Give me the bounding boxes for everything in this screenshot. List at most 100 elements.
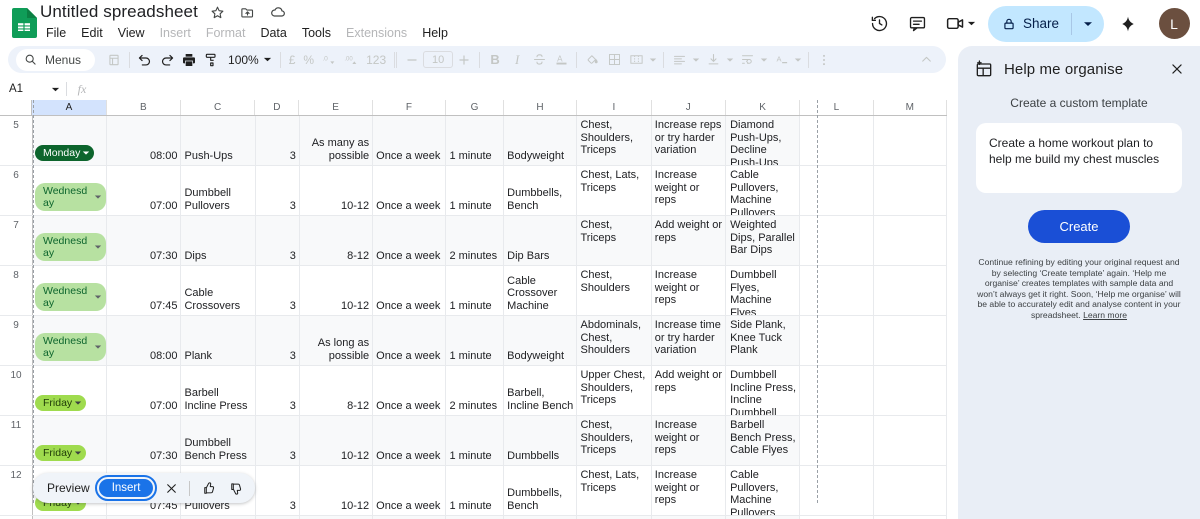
table-row[interactable]: 9 Wednesday 08:00 Plank 3 As long as possible… <box>0 316 947 366</box>
borders-icon[interactable] <box>603 49 625 71</box>
column-header-F[interactable]: F <box>372 100 447 115</box>
cell-empty-L[interactable] <box>800 316 874 365</box>
merge-dropdown-icon[interactable] <box>647 56 659 64</box>
cell-empty-L[interactable] <box>800 116 874 165</box>
prompt-input[interactable]: Create a home workout plan to help me bu… <box>976 123 1182 193</box>
vertical-align-dropdown-icon[interactable] <box>724 56 736 64</box>
row-header[interactable]: 12 <box>0 466 33 515</box>
cell-rest[interactable]: 1 minute <box>446 116 505 165</box>
table-row[interactable]: 11 Friday 07:30 Dumbbell Bench Press 3 10-12 O… <box>0 416 947 466</box>
menu-data[interactable]: Data <box>254 23 292 43</box>
cell-reps[interactable]: As long as possible <box>299 316 374 365</box>
cell-empty-L[interactable] <box>800 466 874 515</box>
cell-progression[interactable]: Increase weight or reps <box>652 466 727 515</box>
cell-day[interactable]: Monday <box>33 116 108 165</box>
cell-exercise[interactable]: Plank <box>181 316 256 365</box>
formula-input[interactable] <box>97 78 947 100</box>
more-options-icon[interactable] <box>813 49 835 71</box>
move-to-folder-icon[interactable] <box>238 2 258 22</box>
page-title[interactable]: Untitled spreadsheet <box>40 2 198 22</box>
row-header[interactable]: 6 <box>0 166 33 215</box>
more-formats-button[interactable]: 123 <box>362 53 390 67</box>
menu-format[interactable]: Format <box>200 23 252 43</box>
day-chip[interactable]: Monday <box>35 145 95 161</box>
cell-muscles[interactable]: Abdominals, Chest, Shoulders <box>577 316 652 365</box>
cell-day[interactable]: Friday <box>33 366 108 415</box>
cell-empty-M[interactable] <box>874 416 947 465</box>
cell-alternatives[interactable]: Weighted Dips, Parallel Bar Dips <box>726 216 801 265</box>
cell-sets[interactable]: 3 <box>256 166 300 215</box>
preview-button[interactable]: Preview <box>47 481 90 495</box>
cell-sets[interactable]: 3 <box>255 316 300 365</box>
text-rotation-dropdown-icon[interactable] <box>792 56 804 64</box>
cell-alternatives[interactable]: Side Plank, Knee Tuck Plank <box>726 316 801 365</box>
cell-equipment[interactable]: Bodyweight <box>504 116 578 165</box>
menu-tools[interactable]: Tools <box>296 23 337 43</box>
cell-empty-L[interactable] <box>800 166 874 215</box>
cloud-saved-icon[interactable] <box>268 2 288 22</box>
cell-sets[interactable]: 3 <box>255 116 300 165</box>
zoom-selector[interactable]: 100% <box>222 53 276 67</box>
cell-empty-L[interactable] <box>800 366 874 415</box>
column-header-A[interactable]: A <box>32 100 107 115</box>
menu-view[interactable]: View <box>112 23 151 43</box>
cell-time[interactable]: 07:30 <box>107 216 182 265</box>
cell-progression[interactable]: Increase weight or reps <box>651 416 727 465</box>
table-row[interactable]: 5 Monday 08:00 Push-Ups 3 As many as possible… <box>0 116 947 166</box>
text-rotation-icon[interactable]: A <box>770 49 792 71</box>
star-icon[interactable] <box>208 2 228 22</box>
table-row[interactable]: 6 Wednesday 07:00 Dumbbell Pullovers 3 10-12 O… <box>0 166 947 216</box>
cell-muscles[interactable]: Chest, Shoulders <box>577 266 652 315</box>
table-row[interactable]: 8 Wednesday 07:45 Cable Crossovers 3 10-12 Onc… <box>0 266 947 316</box>
row-header[interactable]: 8 <box>0 266 33 315</box>
day-chip[interactable]: Wednesday <box>35 333 107 361</box>
undo-icon[interactable] <box>134 49 156 71</box>
cell-time[interactable]: 07:00 <box>107 166 182 215</box>
create-button[interactable]: Create <box>1028 210 1130 243</box>
cell-equipment[interactable]: Bodyweight <box>504 316 578 365</box>
row-header[interactable]: 7 <box>0 216 33 265</box>
column-header-M[interactable]: M <box>873 100 947 115</box>
increase-font-size-icon[interactable] <box>453 49 475 71</box>
cell-progression[interactable]: Increase time or try harder variation <box>651 316 727 365</box>
cell-empty-M[interactable] <box>874 116 947 165</box>
close-icon[interactable] <box>1166 58 1188 80</box>
cell-muscles[interactable]: Chest, Triceps <box>577 216 652 265</box>
cell-alternatives[interactable]: Dumbbell Flyes, Machine Flyes <box>726 266 801 315</box>
cell-frequency[interactable]: Once a week <box>373 266 447 315</box>
row-header[interactable]: 9 <box>0 316 33 365</box>
paint-format-brush-icon[interactable] <box>200 49 222 71</box>
cell-rest[interactable]: 2 minutes <box>446 216 505 265</box>
day-chip[interactable]: Wednesday <box>35 233 107 261</box>
thumbs-down-icon[interactable] <box>226 479 244 497</box>
cell-exercise[interactable]: Dumbbell Bench Press <box>181 416 256 465</box>
fill-color-icon[interactable] <box>581 49 603 71</box>
cell-day[interactable]: Wednesday <box>33 266 108 315</box>
italic-icon[interactable]: I <box>506 49 528 71</box>
cell-muscles[interactable]: Chest, Lats, Triceps <box>577 466 652 515</box>
column-header-H[interactable]: H <box>503 100 578 115</box>
cell-empty-M[interactable] <box>874 316 947 365</box>
row-header[interactable]: 10 <box>0 366 33 415</box>
cell-frequency[interactable]: Once a week <box>373 166 447 215</box>
cell-muscles[interactable]: Upper Chest, Shoulders, Triceps <box>577 366 652 415</box>
bold-icon[interactable]: B <box>484 49 506 71</box>
horizontal-align-dropdown-icon[interactable] <box>690 56 702 64</box>
merge-cells-icon[interactable] <box>625 49 647 71</box>
day-chip[interactable]: Friday <box>35 395 87 411</box>
decrease-decimal-icon[interactable]: .0 <box>318 49 340 71</box>
decrease-font-size-icon[interactable] <box>401 49 423 71</box>
menu-edit[interactable]: Edit <box>75 23 109 43</box>
text-wrapping-dropdown-icon[interactable] <box>758 56 770 64</box>
cell-empty-M[interactable] <box>874 466 947 515</box>
learn-more-link[interactable]: Learn more <box>1083 310 1127 320</box>
comment-icon[interactable] <box>901 7 935 41</box>
cell-frequency[interactable]: Once a week <box>373 366 447 415</box>
cell-sets[interactable]: 3 <box>256 266 300 315</box>
cell-progression[interactable]: Add weight or reps <box>652 366 727 415</box>
column-header-B[interactable]: B <box>106 100 181 115</box>
cell-alternatives[interactable]: Cable Pullovers, Machine Pullovers <box>726 166 801 215</box>
cell-equipment[interactable]: Cable Crossover Machine <box>504 266 578 315</box>
thumbs-up-icon[interactable] <box>199 479 217 497</box>
column-header-G[interactable]: G <box>446 100 504 115</box>
